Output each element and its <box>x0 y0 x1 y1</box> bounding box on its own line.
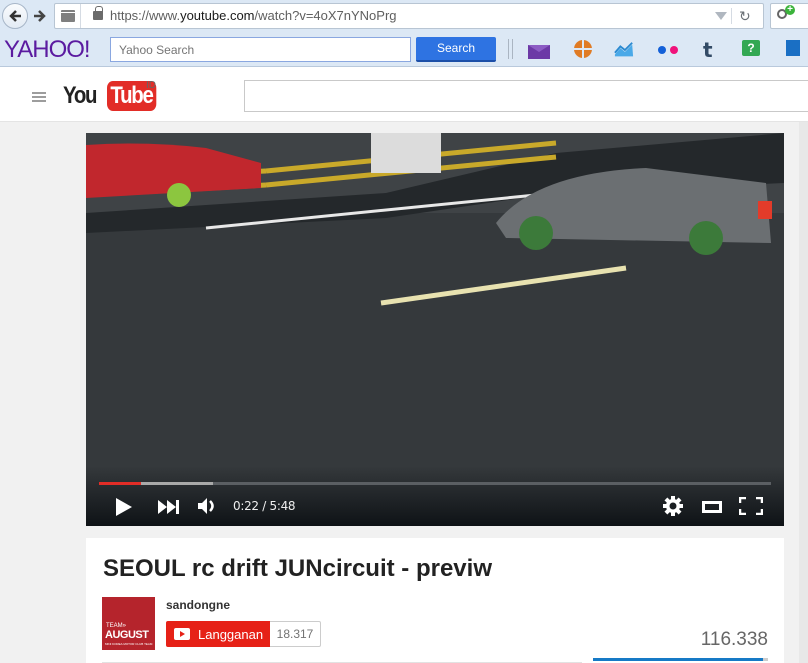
toolbar-separator <box>508 39 513 59</box>
browser-search-bar[interactable]: + <box>770 3 808 29</box>
settings-button[interactable] <box>662 495 684 517</box>
logo-you: You <box>63 82 97 109</box>
youtube-search-input[interactable] <box>244 80 808 112</box>
finance-icon[interactable] <box>614 41 634 59</box>
subscribe-button[interactable]: Langganan <box>166 621 270 647</box>
tumblr-icon[interactable]: t <box>703 38 723 62</box>
avatar-text-august: AUGUST <box>105 629 149 641</box>
channel-name[interactable]: sandongne <box>166 598 230 612</box>
yahoo-search-button[interactable]: Search <box>416 37 496 62</box>
video-info-card: SEOUL rc drift JUNcircuit - previw TEAM»… <box>86 538 784 663</box>
youtube-play-icon <box>174 628 190 640</box>
page-icon[interactable] <box>61 10 75 22</box>
browser-nav-bar: https://www.youtube.com/watch?v=4oX7nYNo… <box>0 0 808 32</box>
reload-icon[interactable]: ↻ <box>739 8 751 25</box>
video-player[interactable]: 0:22 / 5:48 <box>86 133 784 526</box>
url-separator <box>80 4 81 28</box>
add-search-icon: + <box>785 5 795 15</box>
flickr-icon[interactable] <box>658 46 682 54</box>
mail-icon[interactable] <box>528 45 550 59</box>
subscriber-count: 18.317 <box>270 621 321 647</box>
forward-button[interactable] <box>32 8 48 24</box>
subscribe-label: Langganan <box>198 626 264 642</box>
fullscreen-button[interactable] <box>739 497 763 515</box>
region-code: ID <box>146 80 156 91</box>
url-path: /watch?v=4oX7nYNoPrg <box>254 8 397 23</box>
answers-icon[interactable]: ? <box>742 40 760 56</box>
sports-icon[interactable] <box>574 40 592 58</box>
video-title: SEOUL rc drift JUNcircuit - previw <box>103 555 492 582</box>
theater-mode-button[interactable] <box>702 501 722 513</box>
yahoo-logo[interactable]: YAHOO! <box>4 36 91 64</box>
address-bar[interactable]: https://www.youtube.com/watch?v=4oX7nYNo… <box>54 3 764 29</box>
back-icon <box>9 10 21 22</box>
menu-icon[interactable] <box>32 92 46 104</box>
like-bar <box>593 658 768 661</box>
like-bar-fill <box>593 658 763 661</box>
dropdown-icon[interactable] <box>715 12 727 20</box>
time-display: 0:22 / 5:48 <box>233 499 296 513</box>
volume-button[interactable] <box>198 497 218 515</box>
progress-bar[interactable] <box>99 482 771 485</box>
url-separator-2 <box>731 8 732 24</box>
page-side-strip <box>799 122 808 663</box>
view-count: 116.338 <box>700 629 768 650</box>
channel-avatar[interactable]: TEAM» AUGUST MINI KOREA MOTOR CLUB TEAM <box>102 597 155 650</box>
yahoo-search-input[interactable] <box>110 37 411 62</box>
play-button[interactable] <box>116 498 132 516</box>
url-text[interactable]: https://www.youtube.com/watch?v=4oX7nYNo… <box>110 8 397 23</box>
yahoo-toolbar: YAHOO! Search 77 t ? <box>0 32 808 79</box>
youtube-header: You Tube ID <box>0 67 808 122</box>
progress-played <box>99 482 142 485</box>
forward-icon <box>34 10 46 22</box>
url-domain: youtube.com <box>180 8 255 23</box>
avatar-text-sub: MINI KOREA MOTOR CLUB TEAM <box>105 642 153 646</box>
lock-icon[interactable] <box>93 6 103 20</box>
back-button[interactable] <box>2 3 28 29</box>
next-button[interactable] <box>158 500 180 514</box>
news-icon[interactable] <box>786 40 800 56</box>
url-prefix: https://www. <box>110 8 181 23</box>
